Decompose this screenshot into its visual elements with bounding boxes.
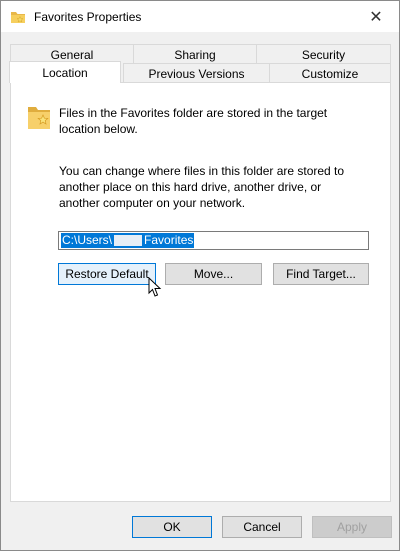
tab-label: Location <box>42 65 88 80</box>
button-label: OK <box>163 520 181 534</box>
close-icon: ✕ <box>369 8 383 26</box>
location-panel: Files in the Favorites folder are stored… <box>10 82 391 502</box>
tab-label: General <box>50 47 94 62</box>
restore-default-button[interactable]: Restore Default <box>58 263 156 285</box>
ok-button[interactable]: OK <box>132 516 212 538</box>
tab-previous-versions[interactable]: Previous Versions <box>123 63 270 83</box>
button-label: Restore Default <box>65 267 149 281</box>
folder-favorites-icon <box>28 107 50 129</box>
move-button[interactable]: Move... <box>165 263 262 285</box>
dialog-footer: OK Cancel Apply <box>1 502 399 550</box>
tab-sharing[interactable]: Sharing <box>133 44 257 64</box>
path-suffix: Favorites <box>144 233 194 247</box>
button-label: Cancel <box>243 520 281 534</box>
find-target-button[interactable]: Find Target... <box>273 263 369 285</box>
button-label: Move... <box>193 267 234 281</box>
change-location-description: You can change where files in this folde… <box>59 164 345 210</box>
path-prefix: C:\Users\ <box>62 233 113 247</box>
target-path-field[interactable]: C:\Users\ Favorites <box>58 231 369 250</box>
apply-button[interactable]: Apply <box>312 516 392 538</box>
tab-security[interactable]: Security <box>256 44 391 64</box>
tab-label: Previous Versions <box>148 66 245 81</box>
properties-window: Favorites Properties ✕ General Sharing S… <box>0 0 400 551</box>
tab-customize[interactable]: Customize <box>269 63 391 83</box>
window-title: Favorites Properties <box>34 10 142 24</box>
mouse-cursor-icon <box>148 277 162 297</box>
tab-label: Sharing <box>174 47 216 62</box>
tab-location[interactable]: Location <box>9 61 121 83</box>
close-button[interactable]: ✕ <box>353 1 399 32</box>
location-description: Files in the Favorites folder are stored… <box>59 106 328 136</box>
title-bar[interactable]: Favorites Properties ✕ <box>1 1 399 32</box>
button-label: Find Target... <box>286 267 356 281</box>
tab-label: Security <box>301 47 346 62</box>
tab-row-front: Previous Versions Customize Location <box>9 61 391 83</box>
folder-favorites-icon <box>11 12 25 23</box>
cancel-button[interactable]: Cancel <box>222 516 302 538</box>
path-selection: C:\Users\ Favorites <box>61 233 195 248</box>
button-label: Apply <box>336 520 368 534</box>
tab-label: Customize <box>301 66 359 81</box>
redacted-username <box>114 235 143 247</box>
